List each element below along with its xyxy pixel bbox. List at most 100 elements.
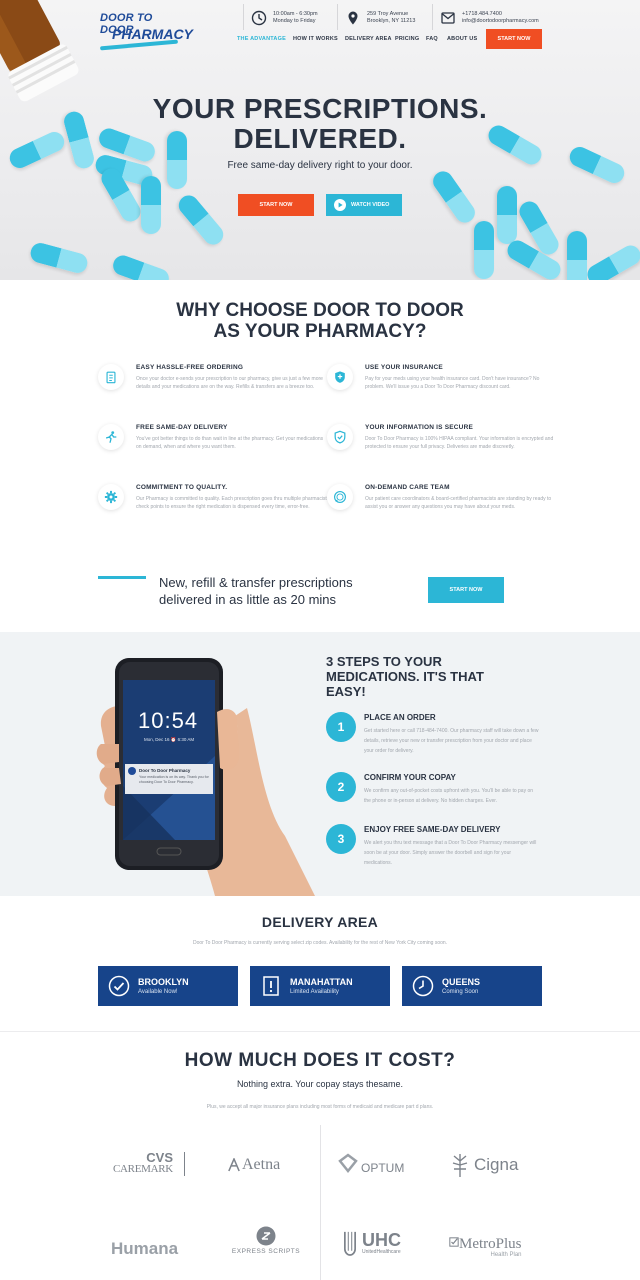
contact-email[interactable]: info@doortodoorpharmacy.com xyxy=(462,18,539,25)
address-line2: Brooklyn, NY 11213 xyxy=(367,18,416,24)
map-pin-icon xyxy=(348,11,358,25)
step-desc: Get started here or call 718-484-7400. O… xyxy=(364,728,539,754)
contact-phone[interactable]: +1718.484.7400 xyxy=(462,11,539,18)
metroplus-check-icon xyxy=(449,1237,459,1247)
header-contact[interactable]: +1718.484.7400 info@doortodoorpharmacy.co… xyxy=(440,6,539,30)
metroplus-sub-text: Health Plan xyxy=(490,1251,522,1258)
insurer-logo-humana: Humana xyxy=(111,1234,178,1264)
step-desc: We alert you thru text message that a Do… xyxy=(364,840,537,866)
insurer-logo-cigna: Cigna xyxy=(450,1150,518,1180)
nav-item-about-us[interactable]: ABOUT US xyxy=(447,36,477,48)
nav-item-delivery-area[interactable]: DELIVERY AREA xyxy=(345,36,392,48)
area-card-manhattan[interactable]: MANAHATTAN Limited Availability xyxy=(250,966,390,1006)
play-icon xyxy=(334,199,346,211)
feature-title: FREE SAME-DAY DELIVERY xyxy=(136,424,228,431)
express-scripts-text: EXPRESS SCRIPTS xyxy=(231,1248,301,1255)
notification-title: Door To Door Pharmacy xyxy=(139,768,191,773)
header-address: 259 Troy Avenue Brooklyn, NY 11213 xyxy=(345,6,415,30)
runner-icon xyxy=(105,431,117,443)
exclamation-icon xyxy=(263,976,279,996)
check-circle-icon xyxy=(108,975,130,997)
area-status: Limited Availability xyxy=(290,989,339,995)
cost-subtitle: Nothing extra. Your copay stays thesame. xyxy=(236,1079,404,1089)
cta-text-line1: New, refill & transfer prescriptions xyxy=(159,575,353,590)
cigna-tree-icon xyxy=(452,1154,468,1177)
header-separator xyxy=(432,4,433,30)
phone-date: Mon, Dec 16 ⏰ 6:30 AM xyxy=(144,737,195,742)
watch-video-button[interactable]: WATCH VIDEO xyxy=(326,194,402,216)
clipboard-icon xyxy=(106,371,116,384)
phone-email-icon xyxy=(441,12,455,24)
aetna-mark-icon xyxy=(228,1158,240,1172)
nav-item-faq[interactable]: FAQ xyxy=(426,36,438,48)
step-title: CONFIRM YOUR COPAY xyxy=(364,773,456,782)
hero-subtitle: Free same-day delivery right to your doo… xyxy=(227,160,413,171)
step-number: 3 xyxy=(326,824,356,854)
feature-title: ON-DEMAND CARE TEAM xyxy=(365,484,450,491)
pill-decoration xyxy=(429,168,479,227)
notification-body: Your medication is on its way. Thank you… xyxy=(139,775,209,784)
insurer-logo-cvs-caremark: CVS CAREMARK xyxy=(113,1150,193,1180)
nav-item-advantage[interactable]: THE ADVANTAGE xyxy=(237,36,286,48)
cta-accent-line xyxy=(98,576,146,579)
insurer-logo-optum: OPTUM xyxy=(338,1148,404,1178)
feature-desc: You've got better things to do than wait… xyxy=(136,436,324,450)
why-title-bold: DOOR TO DOOR xyxy=(313,300,464,321)
step-desc: We confirm any out-of-pocket costs upfro… xyxy=(364,788,534,804)
insurer-logo-metroplus: MetroPlus Health Plan xyxy=(449,1232,522,1262)
area-card-brooklyn[interactable]: BROOKLYN Available Now! xyxy=(98,966,238,1006)
humana-text: Humana xyxy=(111,1239,179,1258)
logos-divider xyxy=(320,1125,321,1280)
step-number: 1 xyxy=(326,712,356,742)
cta-text: New, refill & transfer prescriptions del… xyxy=(159,574,409,608)
nav-item-how-it-works[interactable]: HOW IT WORKS xyxy=(293,36,338,48)
nav-item-pricing[interactable]: PRICING xyxy=(395,36,419,48)
uhc-sub-text: UnitedHealthcare xyxy=(362,1249,401,1255)
hero-title-line1: YOUR PRESCRIPTIONS. xyxy=(152,93,488,124)
pill-decoration xyxy=(584,242,640,280)
steps-title: 3 STEPS TO YOUR MEDICATIONS. IT'S THAT E… xyxy=(326,654,484,699)
shield-plus-icon xyxy=(335,371,345,383)
step-title: ENJOY FREE SAME-DAY DELIVERY xyxy=(364,825,501,834)
hours-line2: Monday to Friday xyxy=(273,18,316,24)
express-scripts-mark-icon xyxy=(256,1226,276,1246)
area-card-queens[interactable]: QUEENS Coming Soon xyxy=(402,966,542,1006)
delivery-subtitle: Door To Door Pharmacy is currently servi… xyxy=(192,940,448,946)
pill-decoration xyxy=(175,191,228,248)
caremark-text: CAREMARK xyxy=(113,1163,173,1175)
feature-title: USE YOUR INSURANCE xyxy=(365,364,443,371)
header-separator xyxy=(337,4,338,30)
phone-clock: 10:54 xyxy=(138,708,199,733)
shield-check-icon xyxy=(334,430,346,444)
header-separator xyxy=(243,4,244,30)
step-title: PLACE AN ORDER xyxy=(364,713,436,722)
nav-start-now-button[interactable]: START NOW xyxy=(486,29,542,49)
uhc-mark-icon xyxy=(344,1231,356,1256)
site-logo[interactable]: DOOR TO DOOR PHARMACY xyxy=(99,12,193,52)
address-line1: 259 Troy Avenue xyxy=(367,11,409,17)
cigna-text: Cigna xyxy=(474,1155,519,1174)
pill-decoration xyxy=(110,253,171,280)
why-title: WHY CHOOSE DOOR TO DOOR AS YOUR PHARMACY… xyxy=(0,300,640,342)
gear-icon xyxy=(104,490,118,504)
why-title-prefix: WHY CHOOSE xyxy=(176,300,314,321)
pill-decoration xyxy=(497,186,517,244)
hero-section: DOOR TO DOOR PHARMACY 10:00am - 6:30pm Mo… xyxy=(0,0,640,280)
area-status: Coming Soon xyxy=(442,989,479,995)
aetna-text: Aetna xyxy=(242,1156,281,1173)
area-name: MANAHATTAN xyxy=(290,977,353,987)
feature-desc: Pay for your meds using your health insu… xyxy=(365,376,540,390)
insurer-logo-aetna: Aetna xyxy=(228,1150,280,1180)
uhc-text: UHC xyxy=(362,1230,401,1250)
delivery-title: DELIVERY AREA xyxy=(261,914,379,930)
cta-start-now-button[interactable]: START NOW xyxy=(428,577,504,603)
area-name: QUEENS xyxy=(442,977,481,987)
cta-text-line2: delivered in as little as 20 mins xyxy=(159,592,337,607)
hero-start-now-button[interactable]: START NOW xyxy=(238,194,314,216)
insurer-logo-express-scripts: EXPRESS SCRIPTS xyxy=(228,1226,304,1260)
hero-title-line2: DELIVERED. xyxy=(233,123,407,154)
why-title-line2: AS YOUR PHARMACY? xyxy=(213,321,427,342)
header-hours: 10:00am - 6:30pm Monday to Friday xyxy=(251,6,318,30)
area-name: BROOKLYN xyxy=(138,977,189,987)
cost-note: Plus, we accept all major insurance plan… xyxy=(206,1104,434,1110)
